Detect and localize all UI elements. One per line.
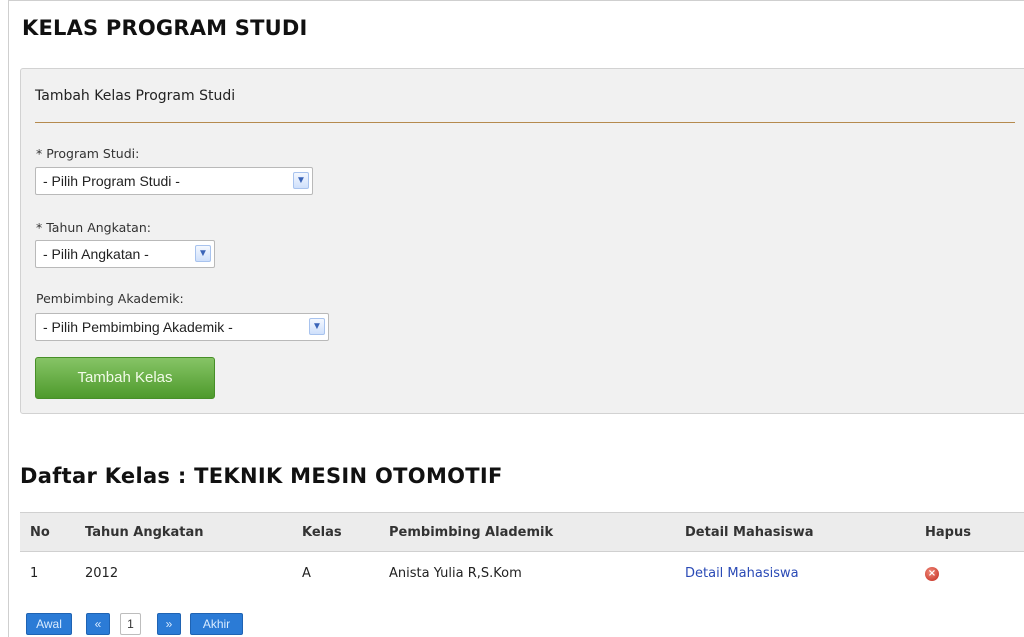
class-table: No Tahun Angkatan Kelas Pembimbing Alade… — [20, 512, 1024, 595]
col-tahun-angkatan: Tahun Angkatan — [85, 512, 302, 552]
delete-icon[interactable]: × — [925, 566, 939, 581]
col-no: No — [20, 512, 85, 552]
pagination-next-button[interactable]: » — [157, 613, 181, 635]
pagination-prev-button[interactable]: « — [86, 613, 110, 635]
pagination-current-page[interactable]: 1 — [120, 613, 141, 635]
panel-title: Tambah Kelas Program Studi — [35, 88, 236, 104]
chevron-down-icon[interactable]: ▼ — [309, 318, 325, 335]
cell-pembimbing: Anista Yulia R,S.Kom — [389, 566, 522, 581]
table-header-row: No Tahun Angkatan Kelas Pembimbing Alade… — [20, 512, 1024, 552]
program-studi-label: * Program Studi: — [36, 146, 140, 161]
pembimbing-label: Pembimbing Akademik: — [36, 291, 184, 306]
table-row: 1 2012 A Anista Yulia R,S.Kom Detail Mah… — [20, 552, 1024, 596]
pembimbing-select[interactable]: - Pilih Pembimbing Akademik - ▼ — [35, 313, 329, 341]
pagination-first-button[interactable]: Awal — [26, 613, 72, 635]
tahun-angkatan-select[interactable]: - Pilih Angkatan - ▼ — [35, 240, 215, 268]
tahun-angkatan-value: - Pilih Angkatan - — [43, 246, 149, 262]
cell-no: 1 — [30, 566, 39, 581]
cell-hapus: × — [925, 552, 1024, 596]
col-detail-mahasiswa: Detail Mahasiswa — [685, 512, 925, 552]
class-list-title: Daftar Kelas : TEKNIK MESIN OTOMOTIF — [20, 464, 503, 488]
pagination-last-button[interactable]: Akhir — [190, 613, 243, 635]
page-title: KELAS PROGRAM STUDI — [22, 16, 308, 40]
add-class-panel: Tambah Kelas Program Studi * Program Stu… — [20, 68, 1024, 414]
cell-kelas: A — [302, 566, 311, 581]
col-kelas: Kelas — [302, 512, 389, 552]
tahun-angkatan-label: * Tahun Angkatan: — [36, 220, 151, 235]
panel-divider — [35, 122, 1015, 123]
pembimbing-value: - Pilih Pembimbing Akademik - — [43, 319, 233, 335]
add-class-button[interactable]: Tambah Kelas — [35, 357, 215, 399]
cell-detail: Detail Mahasiswa — [685, 552, 925, 596]
chevron-down-icon[interactable]: ▼ — [293, 172, 309, 189]
chevron-down-icon[interactable]: ▼ — [195, 245, 211, 262]
col-pembimbing: Pembimbing Alademik — [389, 512, 685, 552]
detail-mahasiswa-link[interactable]: Detail Mahasiswa — [685, 566, 799, 581]
program-studi-select[interactable]: - Pilih Program Studi - ▼ — [35, 167, 313, 195]
cell-tahun: 2012 — [85, 566, 119, 581]
col-hapus: Hapus — [925, 512, 1024, 552]
program-studi-value: - Pilih Program Studi - — [43, 173, 180, 189]
